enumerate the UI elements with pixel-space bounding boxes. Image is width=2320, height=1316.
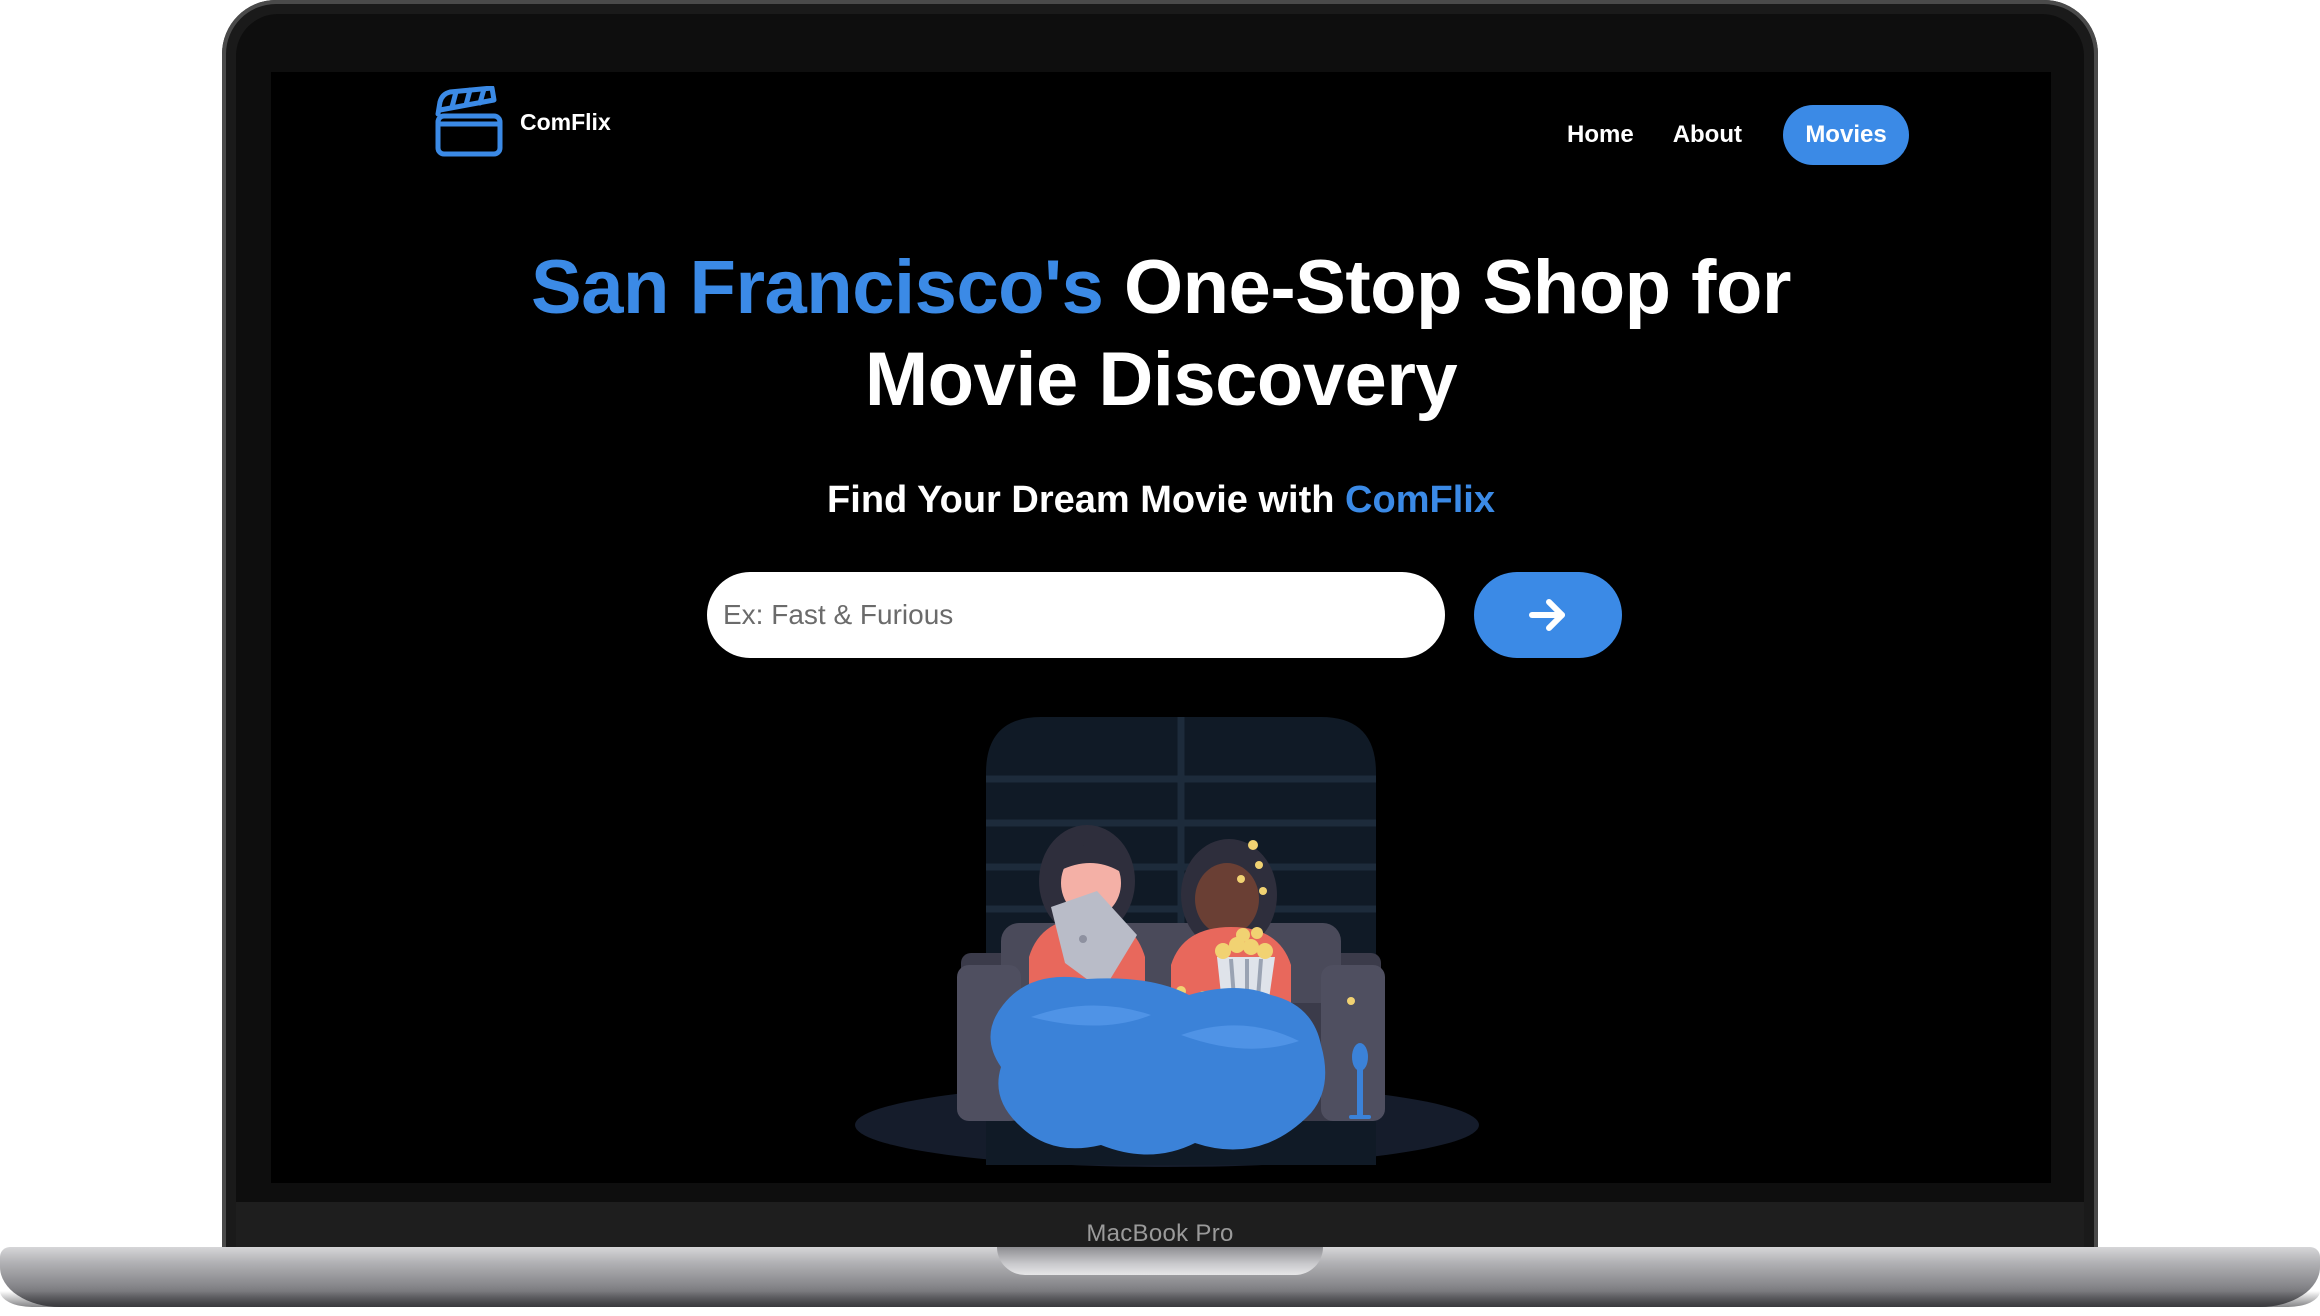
brand-logo[interactable]: ComFlix: [434, 86, 611, 158]
headline-accent: San Francisco's: [531, 245, 1104, 330]
clapperboard-icon: [435, 86, 503, 157]
arrow-right-icon: [1529, 599, 1565, 631]
movie-night-illustration: [855, 717, 1479, 1167]
headline-line-2: Movie Discovery: [864, 337, 1458, 422]
subheadline-prefix: Find Your Dream Movie with: [827, 479, 1346, 521]
nav-link-about[interactable]: About: [1673, 121, 1742, 149]
headline-rest: One-Stop Shop for: [1103, 245, 1791, 330]
brand-name: ComFlix: [520, 108, 611, 135]
device-model-label: MacBook Pro: [1086, 1220, 1234, 1247]
laptop-base-shade: [0, 1291, 2320, 1307]
hero-headline: San Francisco's One-Stop Shop for Movie …: [271, 242, 2051, 426]
search-input[interactable]: [707, 572, 1445, 658]
main-nav: Home About Movies: [1567, 105, 1909, 165]
laptop-base: [0, 1247, 2320, 1307]
nav-link-home[interactable]: Home: [1567, 121, 1634, 149]
nav-button-movies[interactable]: Movies: [1783, 105, 1909, 165]
hero-subheadline: Find Your Dream Movie with ComFlix: [271, 479, 2051, 522]
laptop-opening-notch: [997, 1247, 1323, 1275]
page: MacBook Pro ComFlix Home About Movies Sa…: [0, 0, 2320, 1316]
search-submit-button[interactable]: [1474, 572, 1622, 658]
screen: ComFlix Home About Movies San Francisco'…: [271, 72, 2051, 1183]
subheadline-brand: ComFlix: [1345, 479, 1495, 521]
